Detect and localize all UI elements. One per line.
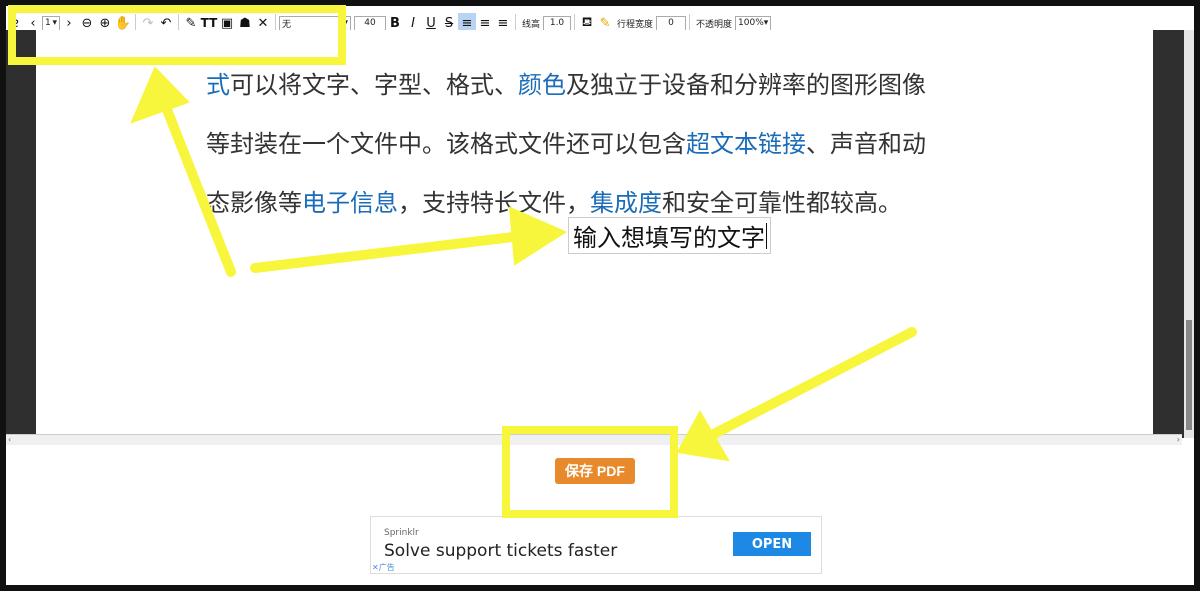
scroll-right-icon[interactable]: › xyxy=(1177,435,1180,444)
opacity-select-value: 100% xyxy=(738,18,764,28)
document-viewer: 式可以将文字、字型、格式、颜色及独立于设备和分辨率的图形图像 等封装在一个文件中… xyxy=(6,30,1194,438)
plain-text: 和安全可靠性都较高。 xyxy=(662,189,902,217)
paragraph-line-2: 等封装在一个文件中。该格式文件还可以包含超文本链接、声音和动 xyxy=(206,115,926,174)
text-caret xyxy=(766,222,767,249)
ad-headline[interactable]: Solve support tickets faster xyxy=(384,541,617,561)
plain-text: 、声音和动 xyxy=(806,130,926,158)
text-input-box[interactable]: 输入想填写的文字 xyxy=(568,217,771,254)
inline-link[interactable]: 超文本链接 xyxy=(686,130,806,158)
ad-banner[interactable]: Sprinklr Solve support tickets faster OP… xyxy=(370,516,822,574)
plain-text: 态影像等 xyxy=(206,189,302,217)
text-input-value: 输入想填写的文字 xyxy=(573,224,765,252)
plain-text: 等封装在一个文件中。该格式文件还可以包含 xyxy=(206,130,686,158)
highlight-box-save xyxy=(502,426,678,518)
ad-brand: Sprinklr xyxy=(384,528,419,538)
font-size-input[interactable]: 40 xyxy=(354,15,386,31)
opacity-select[interactable]: 100% ▾ xyxy=(735,15,772,31)
ad-open-button[interactable]: OPEN xyxy=(733,532,811,556)
highlight-box-toolbar xyxy=(8,5,346,65)
line-height-label: 线高 xyxy=(522,19,541,30)
row-width-input[interactable]: 0 xyxy=(656,15,687,31)
opacity-label: 不透明度 xyxy=(696,19,733,30)
inline-link[interactable]: 式 xyxy=(206,71,230,99)
pdf-page: 式可以将文字、字型、格式、颜色及独立于设备和分辨率的图形图像 等封装在一个文件中… xyxy=(36,30,1153,438)
inline-link[interactable]: 集成度 xyxy=(590,189,662,217)
plain-text: 可以将文字、字型、格式、 xyxy=(230,71,518,99)
plain-text: 及独立于设备和分辨率的图形图像 xyxy=(566,71,926,99)
plain-text: ，支持特长文件， xyxy=(398,189,590,217)
inline-link[interactable]: 电子信息 xyxy=(302,189,398,217)
ad-choices-mark[interactable]: ✕广告 xyxy=(372,562,395,573)
vertical-scrollbar[interactable] xyxy=(1184,30,1194,438)
scrollbar-thumb[interactable] xyxy=(1186,320,1192,430)
chevron-down-icon: ▾ xyxy=(763,18,769,28)
line-height-input[interactable]: 1.0 xyxy=(543,15,572,31)
inline-link[interactable]: 颜色 xyxy=(518,71,566,99)
row-width-label: 行程宽度 xyxy=(617,19,654,30)
paragraph-line-3: 态影像等电子信息，支持特长文件，集成度和安全可靠性都较高。 xyxy=(206,174,926,233)
scroll-left-icon[interactable]: ‹ xyxy=(8,435,11,444)
document-paragraph: 式可以将文字、字型、格式、颜色及独立于设备和分辨率的图形图像 等封装在一个文件中… xyxy=(206,56,926,233)
